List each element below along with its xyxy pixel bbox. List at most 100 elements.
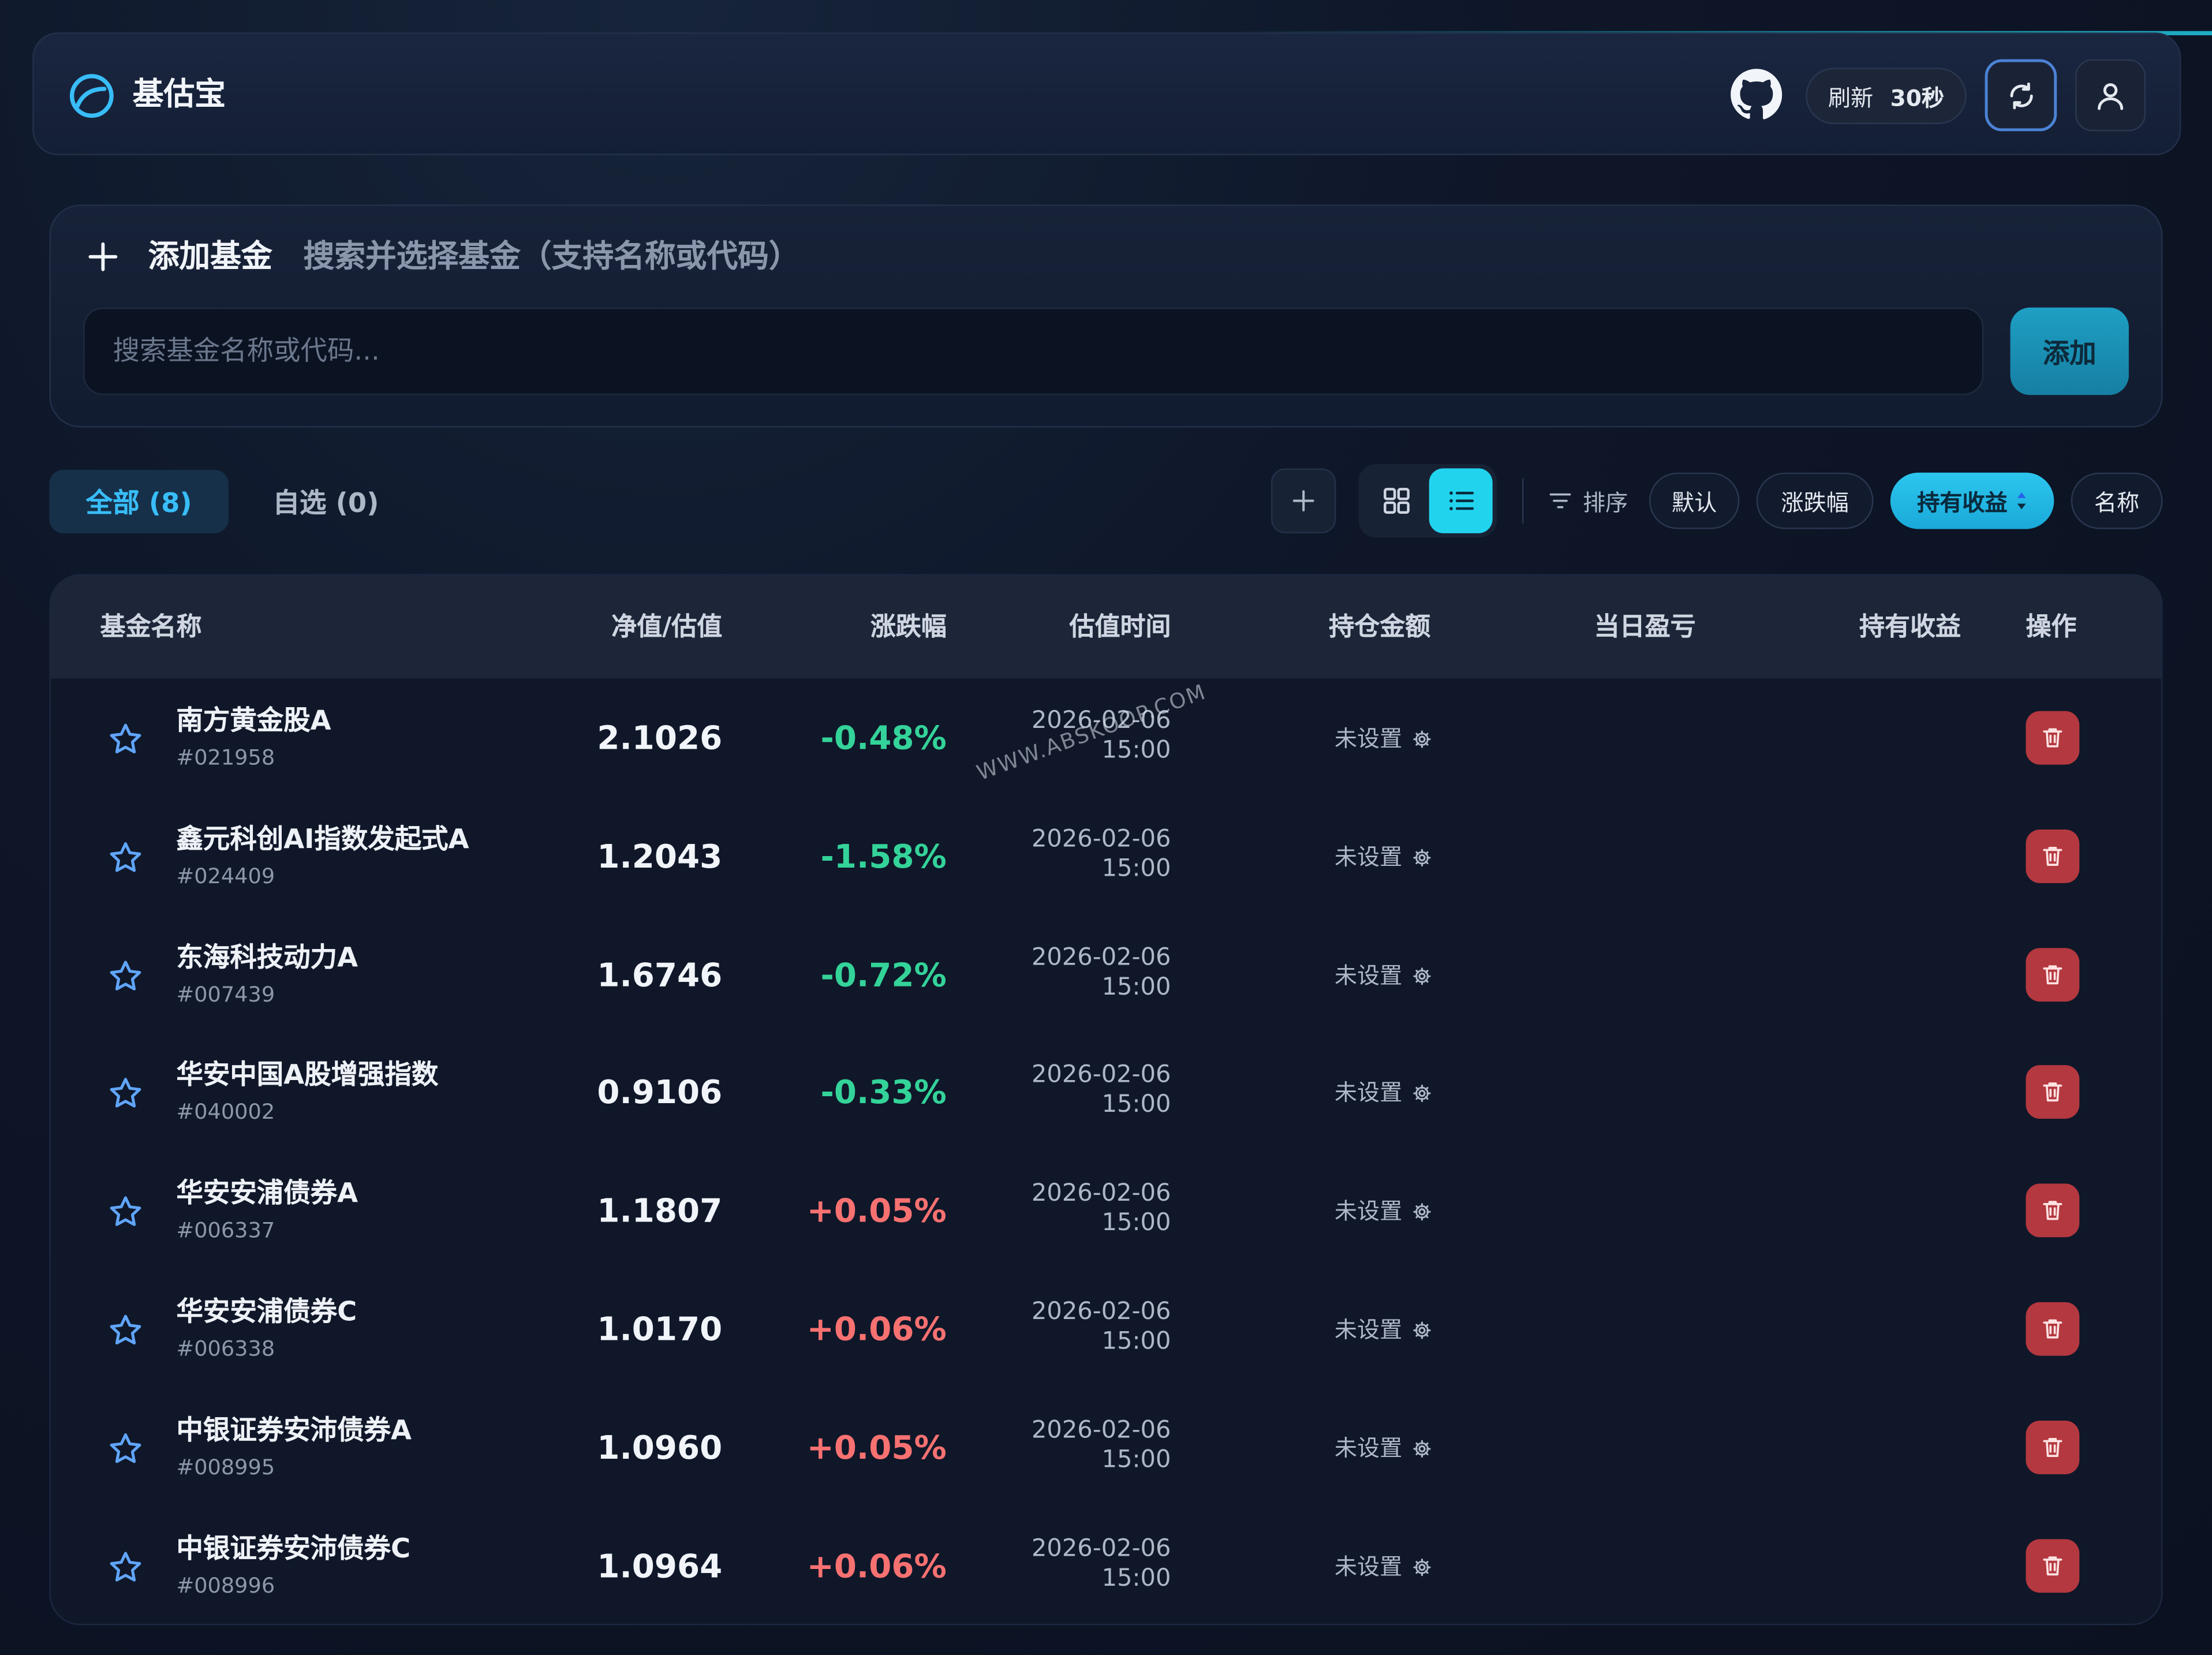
add-fund-button[interactable]: 添加 <box>2010 307 2129 395</box>
trash-icon <box>2043 1437 2062 1457</box>
col-header-daily-pnl[interactable]: 当日盈亏 <box>1594 576 1696 678</box>
refresh-button[interactable] <box>1985 59 2057 132</box>
holding-amount[interactable]: 未设置 <box>1335 959 1432 993</box>
valuation-date: 2026-02-06 <box>1031 1534 1171 1563</box>
fund-change: +0.05% <box>806 1193 947 1231</box>
sort-option-holding-profit-label: 持有收益 <box>1917 490 2008 517</box>
fund-nav: 1.6746 <box>597 957 723 994</box>
sort-option-change[interactable]: 涨跌幅 <box>1756 472 1874 529</box>
col-header-name[interactable]: 基金名称 <box>100 576 202 678</box>
fund-nav: 1.0964 <box>597 1548 723 1585</box>
gear-icon[interactable] <box>1412 1202 1432 1222</box>
app-title: 基估宝 <box>132 77 226 113</box>
view-mode-toggle <box>1358 464 1497 538</box>
fund-change: -0.48% <box>820 720 947 758</box>
table-row[interactable]: 中银证券安沛债券C #008996 1.0964 +0.06% 2026-02-… <box>51 1508 2161 1624</box>
fund-valuation-time: 2026-02-06 15:00 <box>1032 1298 1171 1357</box>
col-header-nav[interactable]: 净值/估值 <box>611 576 722 678</box>
holding-amount[interactable]: 未设置 <box>1335 1432 1432 1466</box>
gear-icon[interactable] <box>1412 847 1432 867</box>
col-header-change[interactable]: 涨跌幅 <box>870 576 947 678</box>
star-icon[interactable] <box>107 957 144 994</box>
fund-search-input[interactable] <box>83 307 1984 395</box>
col-header-total-pnl[interactable]: 持有收益 <box>1859 576 1961 678</box>
add-group-button[interactable] <box>1271 468 1336 533</box>
tab-all[interactable]: 全部 (8) <box>49 469 229 533</box>
delete-button[interactable] <box>2026 1302 2080 1356</box>
list-view-button[interactable] <box>1429 468 1493 533</box>
gear-icon[interactable] <box>1412 729 1432 749</box>
fund-name[interactable]: 中银证券安沛债券C <box>176 1530 410 1567</box>
fund-code: #024409 <box>176 863 275 889</box>
gear-icon[interactable] <box>1412 1320 1432 1340</box>
holding-amount-value: 未设置 <box>1334 1434 1403 1462</box>
star-icon[interactable] <box>107 721 144 758</box>
holding-amount[interactable]: 未设置 <box>1335 1077 1432 1111</box>
table-row[interactable]: 华安中国A股增强指数 #040002 0.9106 -0.33% 2026-02… <box>51 1034 2161 1153</box>
col-header-holding[interactable]: 持仓金额 <box>1329 576 1430 678</box>
star-icon[interactable] <box>107 839 144 876</box>
fund-change: -0.33% <box>820 1075 947 1112</box>
fund-name[interactable]: 华安中国A股增强指数 <box>176 1057 438 1094</box>
delete-button[interactable] <box>2026 1183 2080 1238</box>
fund-name[interactable]: 华安安浦债券A <box>176 1175 358 1212</box>
holding-amount[interactable]: 未设置 <box>1335 722 1432 756</box>
valuation-date: 2026-02-06 <box>1031 943 1171 972</box>
gear-icon[interactable] <box>1412 1084 1432 1104</box>
star-icon[interactable] <box>107 1548 144 1585</box>
star-icon[interactable] <box>107 1312 144 1349</box>
delete-button[interactable] <box>2026 1538 2080 1593</box>
gear-icon[interactable] <box>1412 1557 1432 1576</box>
gear-icon[interactable] <box>1412 1439 1432 1458</box>
fund-code: #021958 <box>176 745 275 771</box>
table-row[interactable]: 华安安浦债券C #006338 1.0170 +0.06% 2026-02-06… <box>51 1271 2161 1389</box>
table-row[interactable]: 东海科技动力A #007439 1.6746 -0.72% 2026-02-06… <box>51 917 2161 1035</box>
fund-name[interactable]: 南方黄金股A <box>176 703 331 739</box>
delete-button[interactable] <box>2026 829 2080 883</box>
holding-amount[interactable]: 未设置 <box>1335 840 1432 875</box>
delete-button[interactable] <box>2026 711 2080 765</box>
table-row[interactable]: 中银证券安沛债券A #008995 1.0960 +0.05% 2026-02-… <box>51 1389 2161 1508</box>
app-root: 基估宝 刷新 30秒 添加基金 搜索并选择基金（支持名称或代码） 搜索基金名称或… <box>0 0 2212 1655</box>
github-icon[interactable] <box>1729 68 1783 121</box>
valuation-clock: 15:00 <box>1101 1564 1171 1593</box>
fund-name[interactable]: 中银证券安沛债券A <box>176 1412 411 1449</box>
trash-icon <box>2043 965 2062 984</box>
star-icon[interactable] <box>107 1430 144 1467</box>
fund-code: #007439 <box>176 981 275 1007</box>
sort-option-holding-profit[interactable]: 持有收益 <box>1890 472 2054 529</box>
plus-icon <box>1292 490 1314 511</box>
col-header-time: 估值时间 <box>1069 612 1171 642</box>
star-icon[interactable] <box>107 1075 144 1112</box>
delete-button[interactable] <box>2026 1420 2080 1474</box>
fund-code: #008996 <box>176 1572 275 1598</box>
fund-code: #008995 <box>176 1454 275 1480</box>
fund-change: +0.06% <box>806 1312 947 1349</box>
tab-favorites[interactable]: 自选 (0) <box>247 470 405 533</box>
gear-icon[interactable] <box>1412 966 1432 985</box>
refresh-interval-value: 30秒 <box>1890 84 1945 112</box>
fund-name[interactable]: 鑫元科创AI指数发起式A <box>176 821 469 858</box>
delete-button[interactable] <box>2026 1066 2080 1119</box>
table-row[interactable]: 鑫元科创AI指数发起式A #024409 1.2043 -1.58% 2026-… <box>51 798 2161 917</box>
holding-amount[interactable]: 未设置 <box>1335 1313 1432 1347</box>
table-row[interactable]: 华安安浦债券A #006337 1.1807 +0.05% 2026-02-06… <box>51 1153 2161 1271</box>
sort-option-name[interactable]: 名称 <box>2071 472 2163 529</box>
delete-button[interactable] <box>2026 947 2080 1002</box>
trash-icon <box>2043 728 2062 748</box>
valuation-date: 2026-02-06 <box>1031 1416 1171 1445</box>
holding-amount-value: 未设置 <box>1334 1316 1403 1343</box>
star-icon[interactable] <box>107 1194 144 1231</box>
user-button[interactable] <box>2075 59 2146 132</box>
holding-amount[interactable]: 未设置 <box>1335 1195 1432 1229</box>
fund-change: -0.72% <box>820 957 947 994</box>
holding-amount[interactable]: 未设置 <box>1335 1550 1432 1584</box>
refresh-interval-selector[interactable]: 刷新 30秒 <box>1806 68 1967 125</box>
trash-icon <box>2043 1319 2062 1339</box>
fund-name[interactable]: 华安安浦债券C <box>176 1294 357 1331</box>
grid-view-icon <box>1383 488 1409 514</box>
holding-amount-value: 未设置 <box>1334 843 1403 871</box>
fund-name[interactable]: 东海科技动力A <box>176 939 358 976</box>
sort-option-default[interactable]: 默认 <box>1649 472 1740 529</box>
grid-view-button[interactable] <box>1364 468 1428 533</box>
